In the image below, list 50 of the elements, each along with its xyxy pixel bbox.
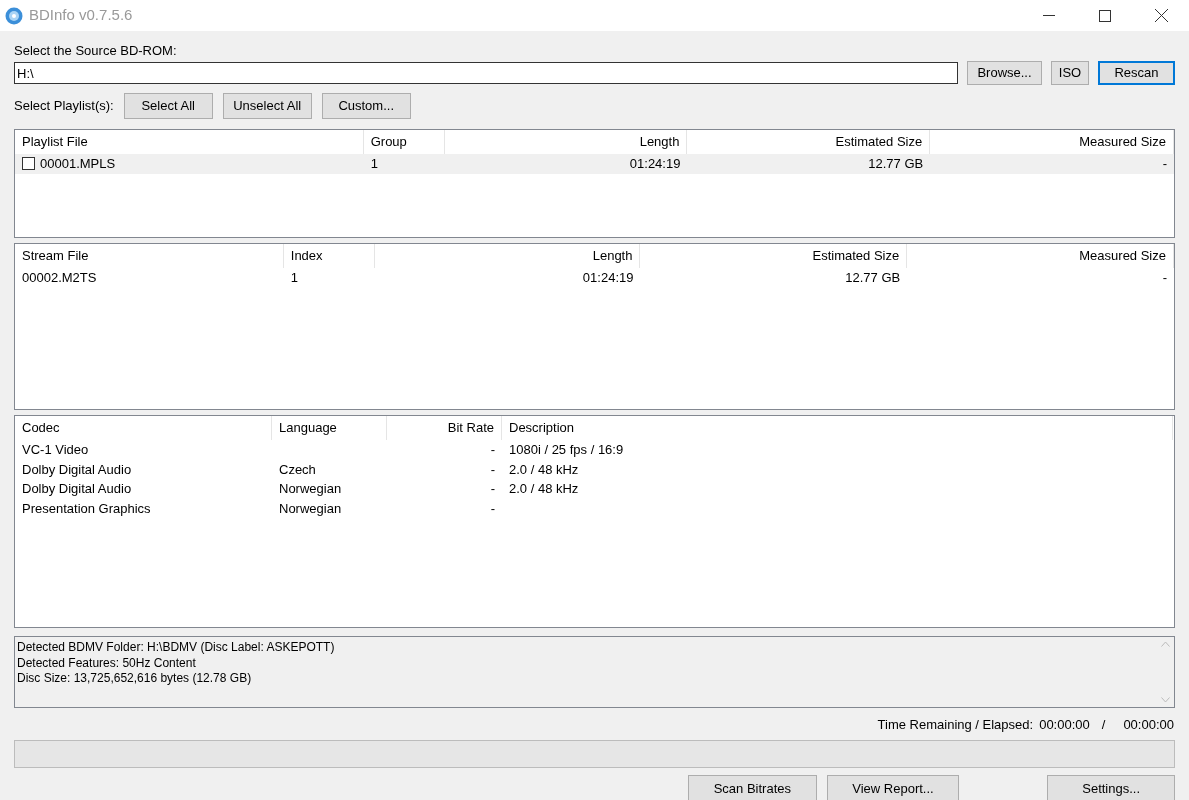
table-cell-text: 00001.MPLS: [40, 155, 116, 173]
button[interactable]: Custom...: [321, 93, 411, 119]
table-cell-text: -: [490, 499, 495, 518]
field-label: Select the Source BD-ROM:: [14, 42, 178, 59]
button[interactable]: Scan Bitrates: [688, 775, 817, 800]
table-cell-text: 01:24:19: [629, 155, 681, 173]
button[interactable]: Settings...: [1047, 775, 1175, 800]
log-line: Disc Size: 13,725,652,616 bytes (12.78 GB): [17, 671, 253, 687]
table-cell-text: 1: [370, 155, 378, 173]
table-cell-text: Dolby Digital Audio: [22, 480, 132, 498]
time-label: Time Remaining / Elapsed:: [877, 716, 1034, 735]
time-separator: /: [1101, 716, 1106, 735]
table-cell-text: 2.0 / 48 kHz: [509, 460, 579, 479]
table-cell-text: Norwegian: [279, 499, 342, 518]
table-cell-text: 01:24:19: [582, 269, 634, 287]
maximize-icon[interactable]: [1099, 9, 1111, 22]
table-cell-text: 1: [290, 269, 298, 287]
browse-button[interactable]: Browse...: [967, 61, 1042, 85]
minimize-icon[interactable]: [1043, 14, 1055, 17]
table-cell-text: 2.0 / 48 kHz: [509, 480, 579, 498]
button[interactable]: View Report...: [826, 775, 960, 800]
log-line: Detected BDMV Folder: H:\BDMV (Disc Label: ASKEPOTT): [17, 640, 336, 656]
table-cell-text: VC-1 Video: [22, 441, 89, 459]
table-cell-text: 12.77 GB: [868, 155, 924, 173]
disc-icon: [5, 6, 23, 25]
checkbox[interactable]: [22, 157, 35, 171]
table-row[interactable]: 00001.MPLS 1 01:24:19 12.77 GB -: [15, 154, 1174, 174]
iso-button[interactable]: ISO: [1051, 61, 1089, 85]
table-cell-text: 1080i / 25 fps / 16:9: [509, 441, 624, 459]
button[interactable]: Unselect All: [222, 93, 312, 119]
field-label: Select Playlist(s):: [14, 97, 114, 116]
path-field[interactable]: H:\: [14, 62, 958, 84]
time-elapsed: 00:00:00: [1123, 716, 1174, 735]
table-cell-text: Dolby Digital Audio: [22, 460, 132, 479]
close-icon[interactable]: [1154, 9, 1168, 22]
window-title: BDInfo v0.7.5.6: [29, 5, 133, 26]
table-cell-text: -: [1162, 269, 1167, 287]
table-cell-text: -: [490, 480, 495, 498]
table-cell-text: -: [490, 460, 495, 479]
table-cell-text: 12.77 GB: [845, 269, 901, 287]
rescan-button[interactable]: Rescan: [1098, 61, 1175, 85]
button[interactable]: Select All: [123, 93, 213, 119]
table-cell-text: -: [490, 441, 495, 459]
table-cell-text: Presentation Graphics: [22, 499, 151, 518]
time-remaining: 00:00:00: [1039, 716, 1090, 735]
table-cell-text: -: [1162, 155, 1167, 173]
table-cell-text: 00002.M2TS: [22, 269, 97, 287]
table-cell-text: Norwegian: [279, 480, 342, 498]
log-line: Detected Features: 50Hz Content: [17, 655, 197, 671]
table-cell-text: Czech: [279, 460, 316, 479]
